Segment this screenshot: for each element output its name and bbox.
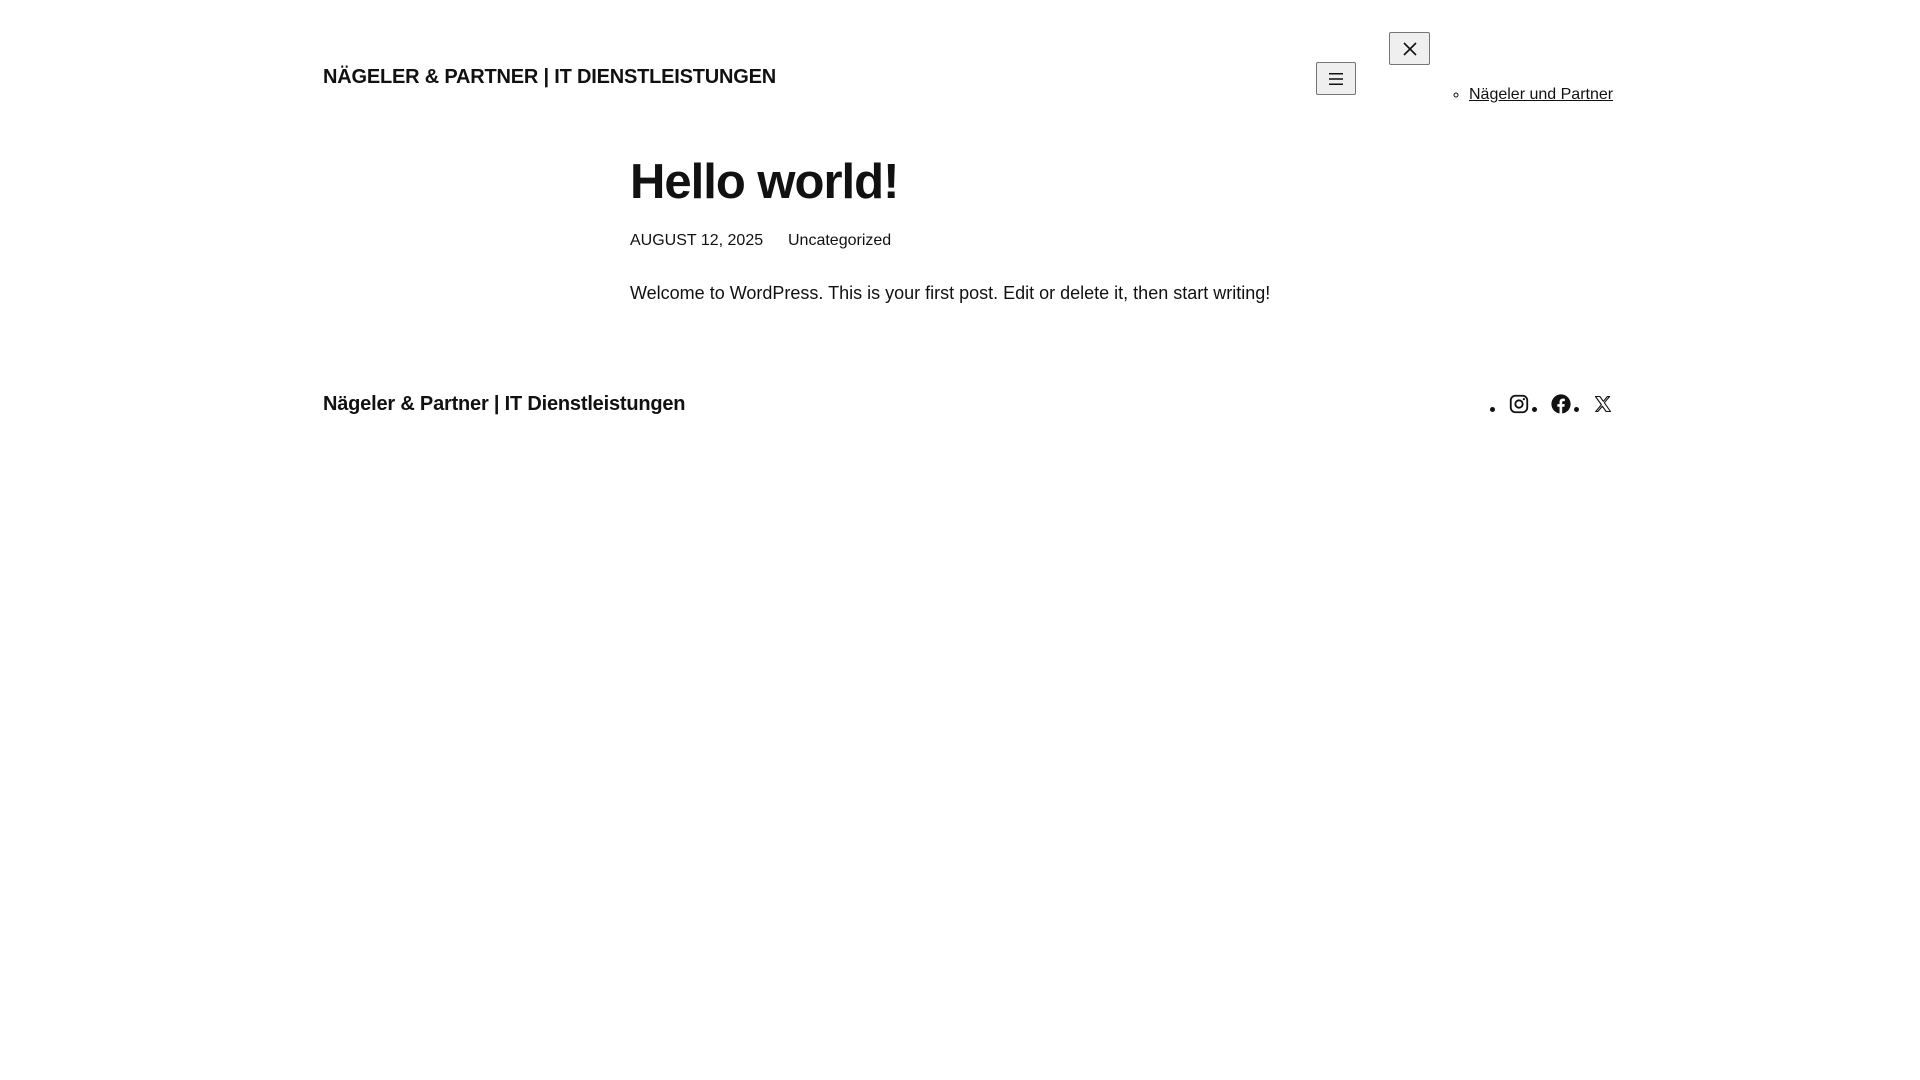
close-menu-button[interactable] bbox=[1389, 32, 1430, 65]
footer-site-title-link[interactable]: Nägeler & Partner | IT Dienstleistungen bbox=[323, 393, 686, 416]
list-bullet bbox=[1490, 407, 1495, 412]
close-icon bbox=[1402, 41, 1417, 56]
open-menu-button[interactable] bbox=[1316, 62, 1356, 95]
post-title: Hello world! bbox=[630, 155, 899, 209]
list-bullet bbox=[1574, 407, 1579, 412]
list-bullet bbox=[1532, 407, 1537, 412]
instagram-link[interactable] bbox=[1508, 393, 1530, 415]
social-item-x bbox=[1572, 391, 1614, 415]
social-item-instagram bbox=[1490, 391, 1530, 415]
post-category-link[interactable]: Uncategorized bbox=[788, 232, 891, 250]
x-icon bbox=[1594, 395, 1612, 413]
social-links bbox=[1490, 391, 1614, 415]
nav-link-nageler-und-partner[interactable]: Nägeler und Partner bbox=[1469, 86, 1613, 103]
facebook-icon bbox=[1551, 394, 1571, 414]
nav-item: Nägeler und Partner bbox=[1469, 86, 1613, 104]
social-item-facebook bbox=[1530, 391, 1572, 415]
instagram-icon bbox=[1509, 394, 1529, 414]
navigation-menu: Nägeler und Partner bbox=[1453, 86, 1613, 104]
site-title-link[interactable]: NÄGELER & PARTNER | IT DIENSTLEISTUNGEN bbox=[323, 66, 776, 89]
facebook-link[interactable] bbox=[1550, 393, 1572, 415]
post-date: AUGUST 12, 2025 bbox=[630, 232, 764, 249]
x-link[interactable] bbox=[1592, 393, 1614, 415]
post-content: Welcome to WordPress. This is your first… bbox=[630, 283, 1271, 303]
page: NÄGELER & PARTNER | IT DIENSTLEISTUNGEN … bbox=[0, 0, 1920, 1080]
hamburger-icon bbox=[1329, 72, 1343, 85]
